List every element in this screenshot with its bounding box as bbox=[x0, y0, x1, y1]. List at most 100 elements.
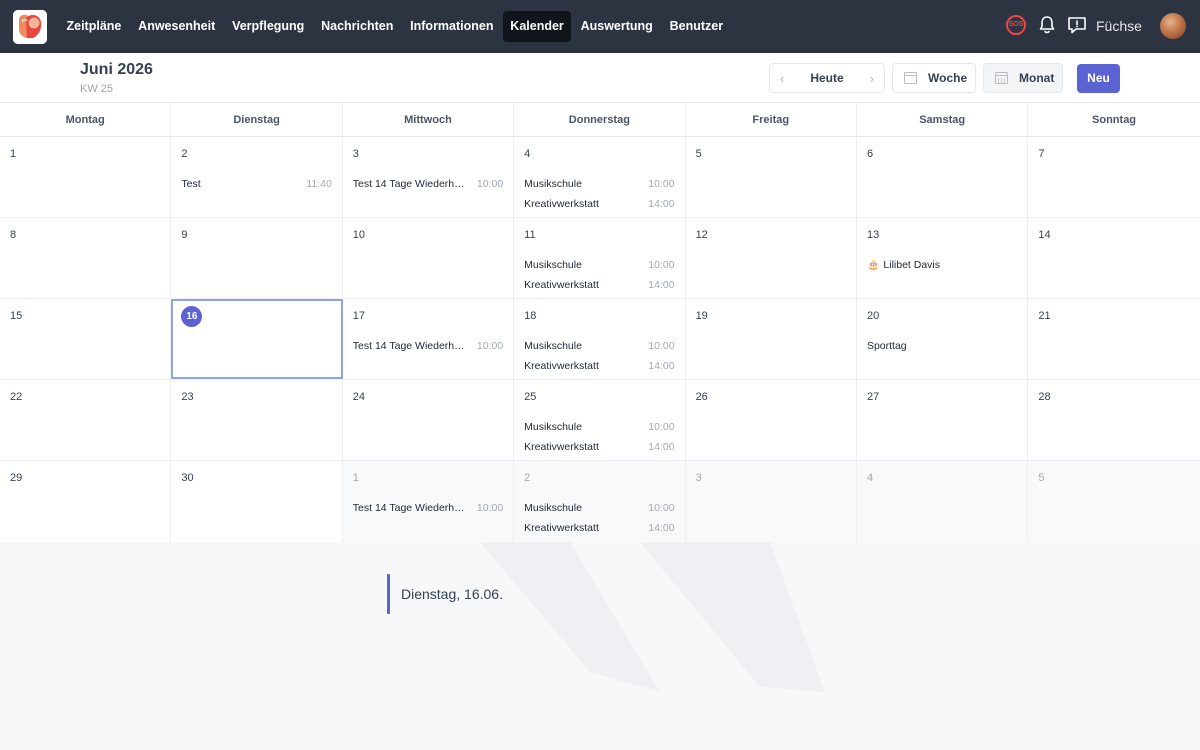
top-navigation: Zeitpläne Anwesenheit Verpflegung Nachricht… bbox=[0, 0, 1200, 53]
day-cell[interactable]: 27 bbox=[856, 380, 1029, 460]
day-number: 3 bbox=[695, 472, 702, 484]
calendar-event[interactable]: Musikschule 10:00 bbox=[524, 255, 674, 275]
calendar-event[interactable]: Musikschule 10:00 bbox=[524, 498, 674, 518]
day-number: 26 bbox=[695, 391, 708, 403]
day-number: 27 bbox=[866, 391, 880, 403]
nav-item-auswertung[interactable]: Auswertung bbox=[573, 11, 660, 42]
day-cell[interactable]: 17 Test 14 Tage Wiederholung 10:00 bbox=[342, 299, 515, 379]
day-cell[interactable]: 26 bbox=[685, 380, 857, 460]
day-cell[interactable]: 15 bbox=[0, 299, 172, 379]
calendar-week-row: 29 30 1 Test 14 Tage Wiederholung 10:00 2 Musi… bbox=[0, 461, 1200, 542]
calendar-event[interactable]: Musikschule 10:00 bbox=[524, 417, 674, 437]
weekday-label: Montag bbox=[0, 103, 172, 137]
event-time: 10:00 bbox=[648, 178, 675, 190]
day-cell[interactable]: 5 bbox=[685, 137, 857, 217]
day-cell[interactable]: 12 bbox=[685, 218, 857, 298]
calendar-event[interactable]: Sporttag bbox=[867, 336, 1017, 356]
day-cell[interactable]: 21 bbox=[1028, 299, 1200, 379]
day-cell[interactable]: 24 bbox=[342, 380, 515, 460]
event-label-wrap: Kreativwerkstatt bbox=[524, 441, 599, 453]
day-cell[interactable]: 3 Test 14 Tage Wiederholung 10:00 bbox=[342, 137, 515, 217]
logo-icon bbox=[13, 10, 47, 44]
day-cell[interactable]: 7 bbox=[1028, 137, 1200, 217]
day-number: 11 bbox=[524, 229, 536, 241]
calendar-event[interactable]: Kreativwerkstatt 14:00 bbox=[524, 275, 674, 295]
chevron-left-icon[interactable]: ‹ bbox=[780, 71, 784, 86]
user-avatar[interactable] bbox=[1160, 13, 1186, 39]
calendar-event[interactable]: 🎂 Lilibet Davis bbox=[867, 255, 1017, 275]
calendar-event[interactable]: Test 14 Tage Wiederholung 10:00 bbox=[353, 336, 503, 356]
main-menu: Zeitpläne Anwesenheit Verpflegung Nachricht… bbox=[59, 11, 732, 42]
event-time: 14:00 bbox=[648, 441, 675, 453]
day-cell[interactable]: 5 bbox=[1028, 461, 1200, 542]
calendar-month-icon bbox=[995, 72, 1008, 84]
calendar-event[interactable]: Test 14 Tage Wiederholung 10:00 bbox=[353, 174, 503, 194]
day-cell[interactable]: 4 Musikschule 10:00 Kreativwerkstatt 14:00 bbox=[514, 137, 686, 217]
day-number: 29 bbox=[10, 472, 23, 484]
day-cell[interactable]: 9 bbox=[171, 218, 343, 298]
today-button[interactable]: Heute bbox=[810, 71, 843, 85]
day-cell[interactable]: 22 bbox=[0, 380, 172, 460]
day-cell[interactable]: 14 bbox=[1028, 218, 1200, 298]
day-cell[interactable]: 13 🎂 Lilibet Davis bbox=[856, 218, 1029, 298]
nav-item-zeitpläne[interactable]: Zeitpläne bbox=[59, 11, 129, 42]
nav-item-verpflegung[interactable]: Verpflegung bbox=[225, 11, 312, 42]
day-cell[interactable]: 18 Musikschule 10:00 Kreativwerkstatt 14:00 bbox=[514, 299, 686, 379]
day-cell[interactable]: 6 bbox=[856, 137, 1029, 217]
calendar-week-row: 1 2 Test 11:40 3 Test 14 Tage Wiederholung 10:… bbox=[0, 137, 1200, 218]
nav-item-informationen[interactable]: Informationen bbox=[403, 11, 501, 42]
calendar-event[interactable]: Musikschule 10:00 bbox=[524, 174, 674, 194]
day-number: 30 bbox=[181, 472, 194, 484]
event-label-wrap: Kreativwerkstatt bbox=[524, 198, 599, 210]
event-label-wrap: Musikschule bbox=[524, 502, 582, 514]
month-view-button[interactable]: Monat bbox=[983, 63, 1063, 93]
day-cell[interactable]: 30 bbox=[171, 461, 343, 542]
day-cell[interactable]: 3 bbox=[685, 461, 857, 542]
day-cell[interactable]: 4 bbox=[856, 461, 1029, 542]
event-title: Musikschule bbox=[524, 259, 582, 271]
nav-item-benutzer[interactable]: Benutzer bbox=[662, 11, 730, 42]
nav-item-nachrichten[interactable]: Nachrichten bbox=[314, 11, 401, 42]
event-label-wrap: Kreativwerkstatt bbox=[524, 279, 599, 291]
nav-item-kalender[interactable]: Kalender bbox=[502, 11, 572, 42]
day-cell[interactable]: 20 Sporttag bbox=[856, 299, 1029, 379]
day-cell[interactable]: 16 bbox=[171, 299, 343, 379]
day-cell[interactable]: 10 bbox=[342, 218, 515, 298]
detail-accent-bar bbox=[387, 574, 390, 614]
day-number: 1 bbox=[352, 472, 359, 484]
day-number: 19 bbox=[695, 310, 708, 322]
calendar-event[interactable]: Test 14 Tage Wiederholung 10:00 bbox=[353, 498, 503, 518]
group-selector[interactable]: Füchse bbox=[1096, 18, 1142, 34]
chevron-right-icon[interactable]: › bbox=[870, 71, 874, 86]
sos-button[interactable]: SOS bbox=[1006, 15, 1026, 35]
event-title: Test 14 Tage Wiederholung bbox=[352, 340, 468, 352]
calendar-event[interactable]: Kreativwerkstatt 14:00 bbox=[524, 194, 674, 214]
day-cell[interactable]: 28 bbox=[1028, 380, 1200, 460]
day-cell[interactable]: 19 bbox=[685, 299, 857, 379]
day-cell[interactable]: 2 Test 11:40 bbox=[171, 137, 343, 217]
day-cell[interactable]: 23 bbox=[171, 380, 343, 460]
new-event-button[interactable]: Neu bbox=[1077, 64, 1120, 93]
app-logo[interactable] bbox=[13, 10, 47, 44]
bell-icon[interactable] bbox=[1037, 14, 1057, 36]
week-view-button[interactable]: Woche bbox=[892, 63, 976, 93]
day-cell[interactable]: 29 bbox=[0, 461, 172, 542]
chat-icon[interactable] bbox=[1066, 14, 1088, 36]
calendar-event[interactable]: Kreativwerkstatt 14:00 bbox=[524, 518, 674, 538]
day-cell[interactable]: 2 Musikschule 10:00 Kreativwerkstatt 14:00 bbox=[514, 461, 686, 542]
day-number: 17 bbox=[352, 310, 366, 322]
day-cell[interactable]: 8 bbox=[0, 218, 172, 298]
day-number: 1 bbox=[10, 148, 17, 160]
calendar-event[interactable]: Test 11:40 bbox=[181, 174, 331, 194]
calendar-event[interactable]: Kreativwerkstatt 14:00 bbox=[524, 437, 674, 457]
nav-item-anwesenheit[interactable]: Anwesenheit bbox=[131, 11, 223, 42]
calendar-event[interactable]: Musikschule 10:00 bbox=[524, 336, 674, 356]
day-cell[interactable]: 1 Test 14 Tage Wiederholung 10:00 bbox=[342, 461, 515, 542]
day-cell[interactable]: 25 Musikschule 10:00 Kreativwerkstatt 14:00 bbox=[514, 380, 686, 460]
day-cell[interactable]: 1 bbox=[0, 137, 172, 217]
day-number: 6 bbox=[866, 148, 874, 160]
weekday-label: Samstag bbox=[857, 103, 1029, 137]
day-events: Musikschule 10:00 Kreativwerkstatt 14:00 bbox=[524, 417, 674, 457]
calendar-event[interactable]: Kreativwerkstatt 14:00 bbox=[524, 356, 674, 376]
day-cell[interactable]: 11 Musikschule 10:00 Kreativwerkstatt 14:00 bbox=[514, 218, 686, 298]
